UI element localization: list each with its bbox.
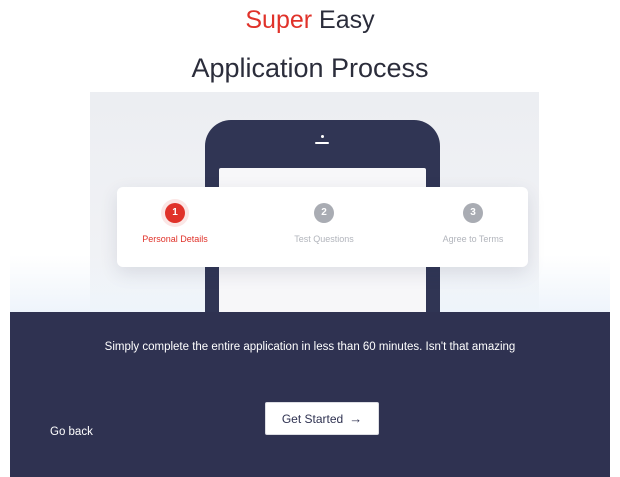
step-agree-to-terms: 3 Agree to Terms [408, 203, 538, 244]
phone-camera-dot [321, 135, 324, 138]
application-steps-card: 1 Personal Details 2 Test Questions 3 Ag… [117, 187, 528, 267]
step-test-questions: 2 Test Questions [259, 203, 389, 244]
step-label: Agree to Terms [442, 234, 504, 244]
footer-panel: Simply complete the entire application i… [10, 312, 610, 477]
page-subtitle: Application Process [191, 53, 429, 83]
title-accent-word: Super [245, 6, 313, 34]
get-started-label: Get Started [281, 411, 344, 426]
arrow-right-icon: → [349, 411, 363, 426]
step-number-badge: 3 [463, 203, 483, 223]
footer-message: Simply complete the entire application i… [104, 341, 516, 353]
page-title: Super Easy [0, 6, 620, 35]
phone-speaker [315, 142, 329, 144]
get-started-button[interactable]: Get Started → [265, 402, 379, 435]
step-personal-details: 1 Personal Details [110, 203, 240, 244]
go-back-link[interactable]: Go back [50, 426, 93, 438]
step-label: Test Questions [294, 234, 354, 244]
step-number-badge: 2 [314, 203, 334, 223]
title-rest: Easy [312, 6, 375, 34]
step-number-badge: 1 [165, 203, 185, 223]
step-label: Personal Details [142, 234, 208, 244]
